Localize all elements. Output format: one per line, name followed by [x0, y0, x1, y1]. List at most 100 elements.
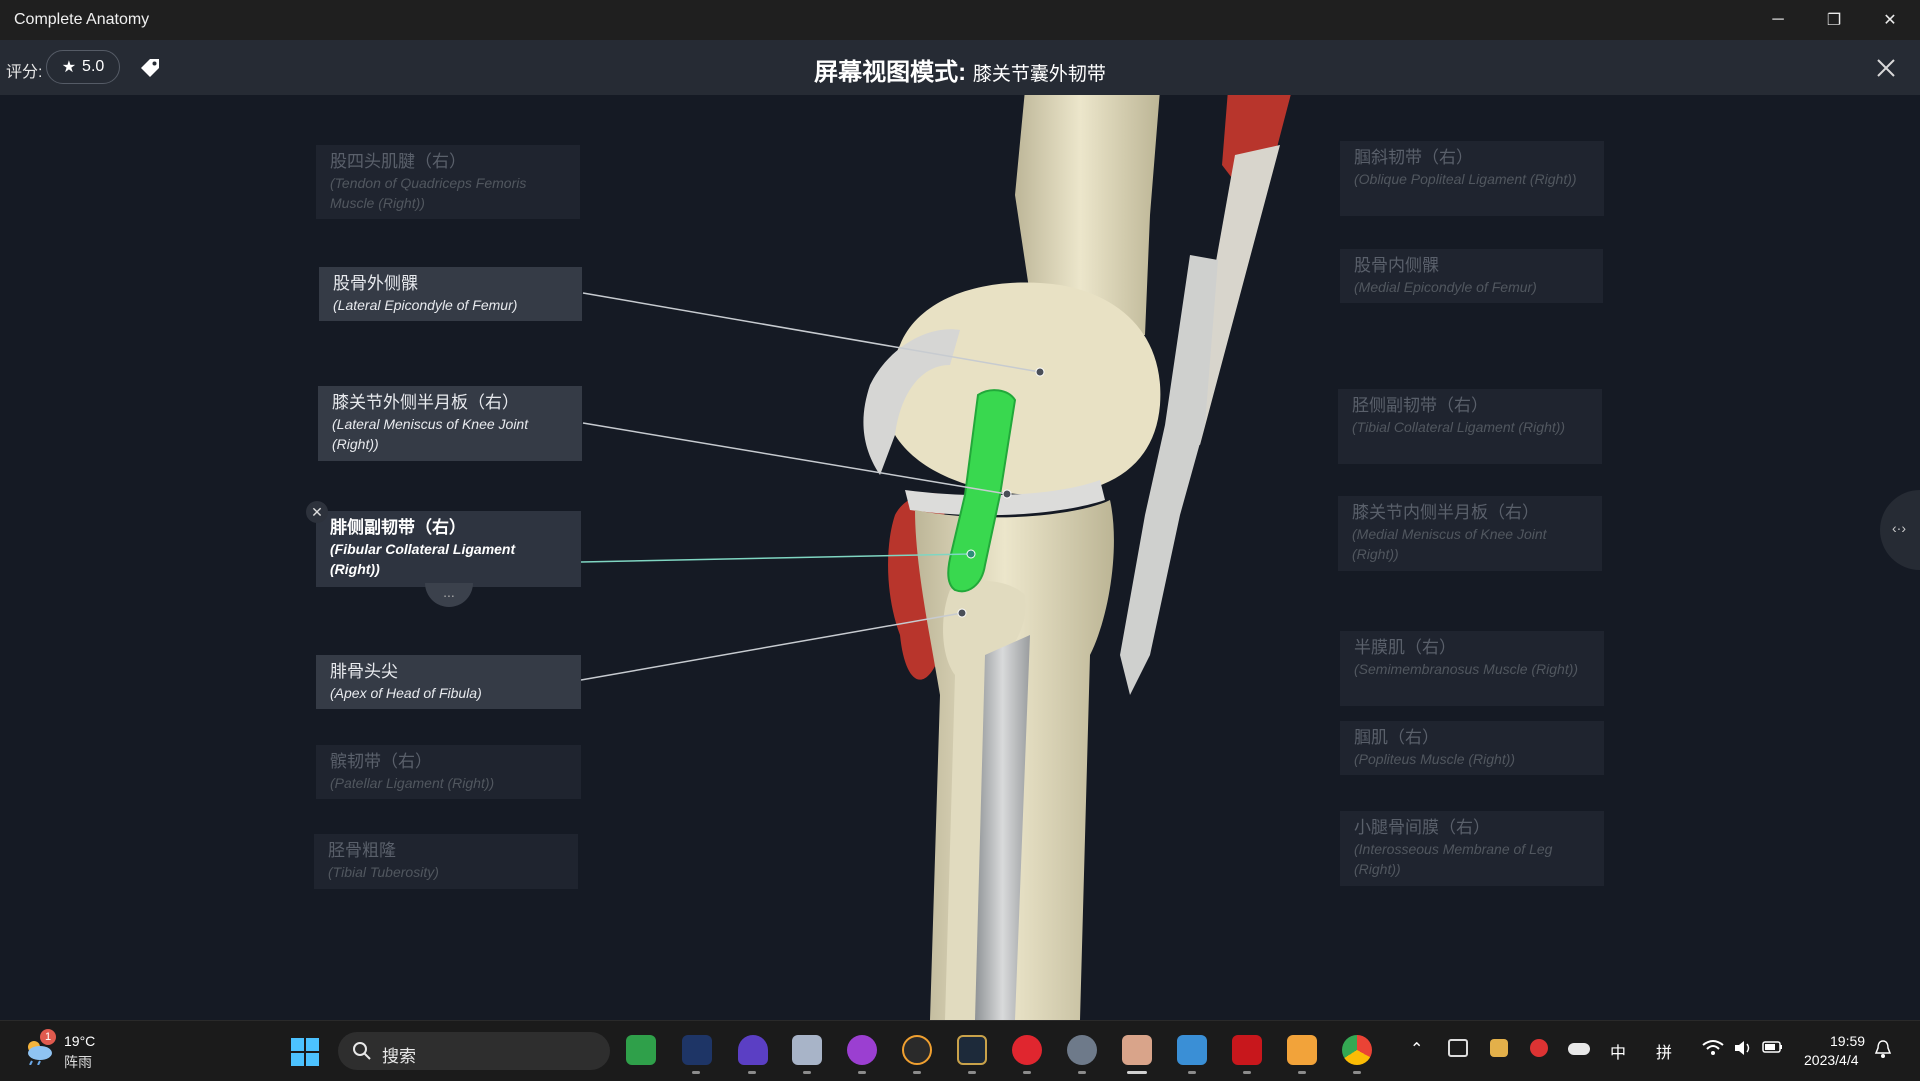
capture-tray-icon[interactable]: [1448, 1039, 1468, 1057]
paint-app-icon[interactable]: [1177, 1035, 1207, 1065]
window-titlebar: Complete Anatomy ─ ❐ ✕: [0, 0, 1920, 40]
cat-app-tray-icon[interactable]: [1490, 1039, 1508, 1057]
netease-music-icon[interactable]: [1012, 1035, 1042, 1065]
label-chinese: 胫骨粗隆: [328, 841, 396, 860]
structure-label[interactable]: 股骨内侧髁 (Medial Epicondyle of Femur): [1340, 249, 1603, 303]
clock-time[interactable]: 19:59: [1830, 1033, 1865, 1049]
structure-label[interactable]: 膝关节内侧半月板（右） (Medial Meniscus of Knee Joi…: [1338, 496, 1602, 571]
close-icon[interactable]: [1872, 54, 1900, 82]
weather-condition[interactable]: 阵雨: [64, 1052, 92, 1072]
ime-mode[interactable]: 中: [1610, 1039, 1626, 1063]
label-english: (Patellar Ligament (Right)): [330, 775, 495, 791]
search-placeholder: 搜索: [382, 1047, 416, 1066]
battery-icon[interactable]: [1762, 1039, 1784, 1055]
label-english: (Fibular Collateral Ligament (Right)): [330, 541, 516, 577]
qq-tray-icon[interactable]: [1530, 1039, 1548, 1057]
settings-gear-icon[interactable]: [1067, 1035, 1097, 1065]
top-toolbar: 评分: ★ 5.0 屏幕视图模式: 膝关节囊外韧带: [0, 40, 1920, 95]
ime-layout[interactable]: 拼: [1656, 1039, 1672, 1063]
label-english: (Medial Meniscus of Knee Joint (Right)): [1352, 526, 1547, 562]
structure-label[interactable]: 半膜肌（右） (Semimembranosus Muscle (Right)): [1340, 631, 1604, 706]
running-indicator: [748, 1071, 756, 1074]
chrome-browser-icon[interactable]: [1342, 1035, 1372, 1065]
label-chinese: 小腿骨间膜（右）: [1354, 818, 1490, 837]
page-title-mode: 屏幕视图模式:: [814, 59, 973, 86]
label-english: (Tibial Tuberosity): [328, 864, 439, 880]
label-chinese: 腓骨头尖: [330, 662, 398, 681]
search-icon: [353, 1042, 371, 1060]
anchor-lateral-epicondyle[interactable]: [1035, 367, 1045, 377]
complete-anatomy-icon[interactable]: [1122, 1035, 1152, 1065]
knee-model[interactable]: [0, 95, 1920, 1020]
weather-temperature[interactable]: 19°C: [64, 1033, 95, 1049]
label-chinese: 股骨外侧髁: [333, 274, 418, 293]
pdf-reader-icon[interactable]: [1232, 1035, 1262, 1065]
page-title-topic: 膝关节囊外韧带: [972, 64, 1106, 85]
label-english: (Tendon of Quadriceps Femoris Muscle (Ri…: [330, 175, 527, 211]
minimize-button[interactable]: ─: [1750, 0, 1806, 40]
running-indicator: [1023, 1071, 1031, 1074]
label-english: (Semimembranosus Muscle (Right)): [1354, 661, 1579, 677]
spreadsheet-app-icon[interactable]: [626, 1035, 656, 1065]
label-english: (Lateral Meniscus of Knee Joint (Right)): [332, 416, 529, 452]
label-chinese: 腘肌（右）: [1354, 728, 1439, 747]
label-chinese: 腓侧副韧带（右）: [330, 518, 466, 537]
structure-label[interactable]: 胫侧副韧带（右） (Tibial Collateral Ligament (Ri…: [1338, 389, 1602, 464]
grammar-app-icon[interactable]: [902, 1035, 932, 1065]
close-window-button[interactable]: ✕: [1862, 0, 1918, 40]
notification-bell-icon[interactable]: [1874, 1039, 1892, 1059]
structure-label[interactable]: 膝关节外侧半月板（右） (Lateral Meniscus of Knee Jo…: [318, 386, 582, 461]
maximize-button[interactable]: ❐: [1806, 0, 1862, 40]
volume-icon[interactable]: [1733, 1039, 1753, 1057]
running-indicator: [692, 1071, 700, 1074]
structure-label[interactable]: 腓骨头尖 (Apex of Head of Fibula): [316, 655, 581, 709]
active-indicator: [1127, 1071, 1147, 1074]
anatomy-viewport[interactable]: 股四头肌腱（右） (Tendon of Quadriceps Femoris M…: [0, 95, 1920, 1020]
femur-condyle: [885, 282, 1161, 495]
anchor-fibula-apex[interactable]: [957, 608, 967, 618]
label-english: (Popliteus Muscle (Right)): [1354, 751, 1516, 767]
anchor-lateral-meniscus[interactable]: [1002, 489, 1012, 499]
wifi-icon[interactable]: [1702, 1039, 1724, 1057]
label-chinese: 膝关节内侧半月板（右）: [1352, 503, 1539, 522]
label-chinese: 半膜肌（右）: [1354, 638, 1456, 657]
expand-arrows-icon: ‹·›: [1892, 520, 1906, 536]
running-indicator: [858, 1071, 866, 1074]
anchor-fibular-collateral[interactable]: [966, 549, 976, 559]
label-chinese: 股四头肌腱（右）: [330, 152, 466, 171]
purple-app-icon[interactable]: [847, 1035, 877, 1065]
show-hidden-icons-chevron-icon[interactable]: ⌃: [1410, 1039, 1423, 1059]
structure-label[interactable]: 小腿骨间膜（右） (Interosseous Membrane of Leg (…: [1340, 811, 1604, 886]
close-label-button[interactable]: ✕: [306, 501, 328, 523]
structure-label[interactable]: 髌韧带（右） (Patellar Ligament (Right)): [316, 745, 581, 799]
notes-app-icon[interactable]: [1287, 1035, 1317, 1065]
label-english: (Oblique Popliteal Ligament (Right)): [1354, 171, 1577, 187]
label-chinese: 膝关节外侧半月板（右）: [332, 393, 519, 412]
selected-structure-label[interactable]: 腓侧副韧带（右） (Fibular Collateral Ligament (R…: [316, 511, 581, 587]
running-indicator: [803, 1071, 811, 1074]
windows-taskbar: 1 19°C 阵雨 搜索 ⌃ 中 拼 19:59 2023/4/4: [0, 1020, 1920, 1081]
clock-date[interactable]: 2023/4/4: [1804, 1052, 1859, 1068]
structure-label[interactable]: 股骨外侧髁 (Lateral Epicondyle of Femur): [319, 267, 582, 321]
label-chinese: 胫侧副韧带（右）: [1352, 396, 1488, 415]
windows-start-icon[interactable]: [290, 1037, 320, 1067]
label-english: (Medial Epicondyle of Femur): [1354, 279, 1537, 295]
page-title: 屏幕视图模式: 膝关节囊外韧带: [0, 52, 1920, 87]
label-english: (Lateral Epicondyle of Femur): [333, 297, 518, 313]
running-indicator: [1353, 1071, 1361, 1074]
recycle-bin-icon[interactable]: [792, 1035, 822, 1065]
crystal-app-icon[interactable]: [738, 1035, 768, 1065]
structure-label[interactable]: 腘斜韧带（右） (Oblique Popliteal Ligament (Rig…: [1340, 141, 1604, 216]
running-indicator: [1243, 1071, 1251, 1074]
taskbar-search[interactable]: 搜索: [338, 1032, 610, 1070]
cloud-icon[interactable]: [1568, 1043, 1590, 1055]
label-english: (Apex of Head of Fibula): [330, 685, 482, 701]
running-indicator: [1078, 1071, 1086, 1074]
structure-label[interactable]: 腘肌（右） (Popliteus Muscle (Right)): [1340, 721, 1604, 775]
structure-label[interactable]: 胫骨粗隆 (Tibial Tuberosity): [314, 834, 578, 889]
structure-label[interactable]: 股四头肌腱（右） (Tendon of Quadriceps Femoris M…: [316, 145, 580, 219]
game-launcher-icon[interactable]: [957, 1035, 987, 1065]
game-app-icon[interactable]: [682, 1035, 712, 1065]
running-indicator: [968, 1071, 976, 1074]
running-indicator: [913, 1071, 921, 1074]
